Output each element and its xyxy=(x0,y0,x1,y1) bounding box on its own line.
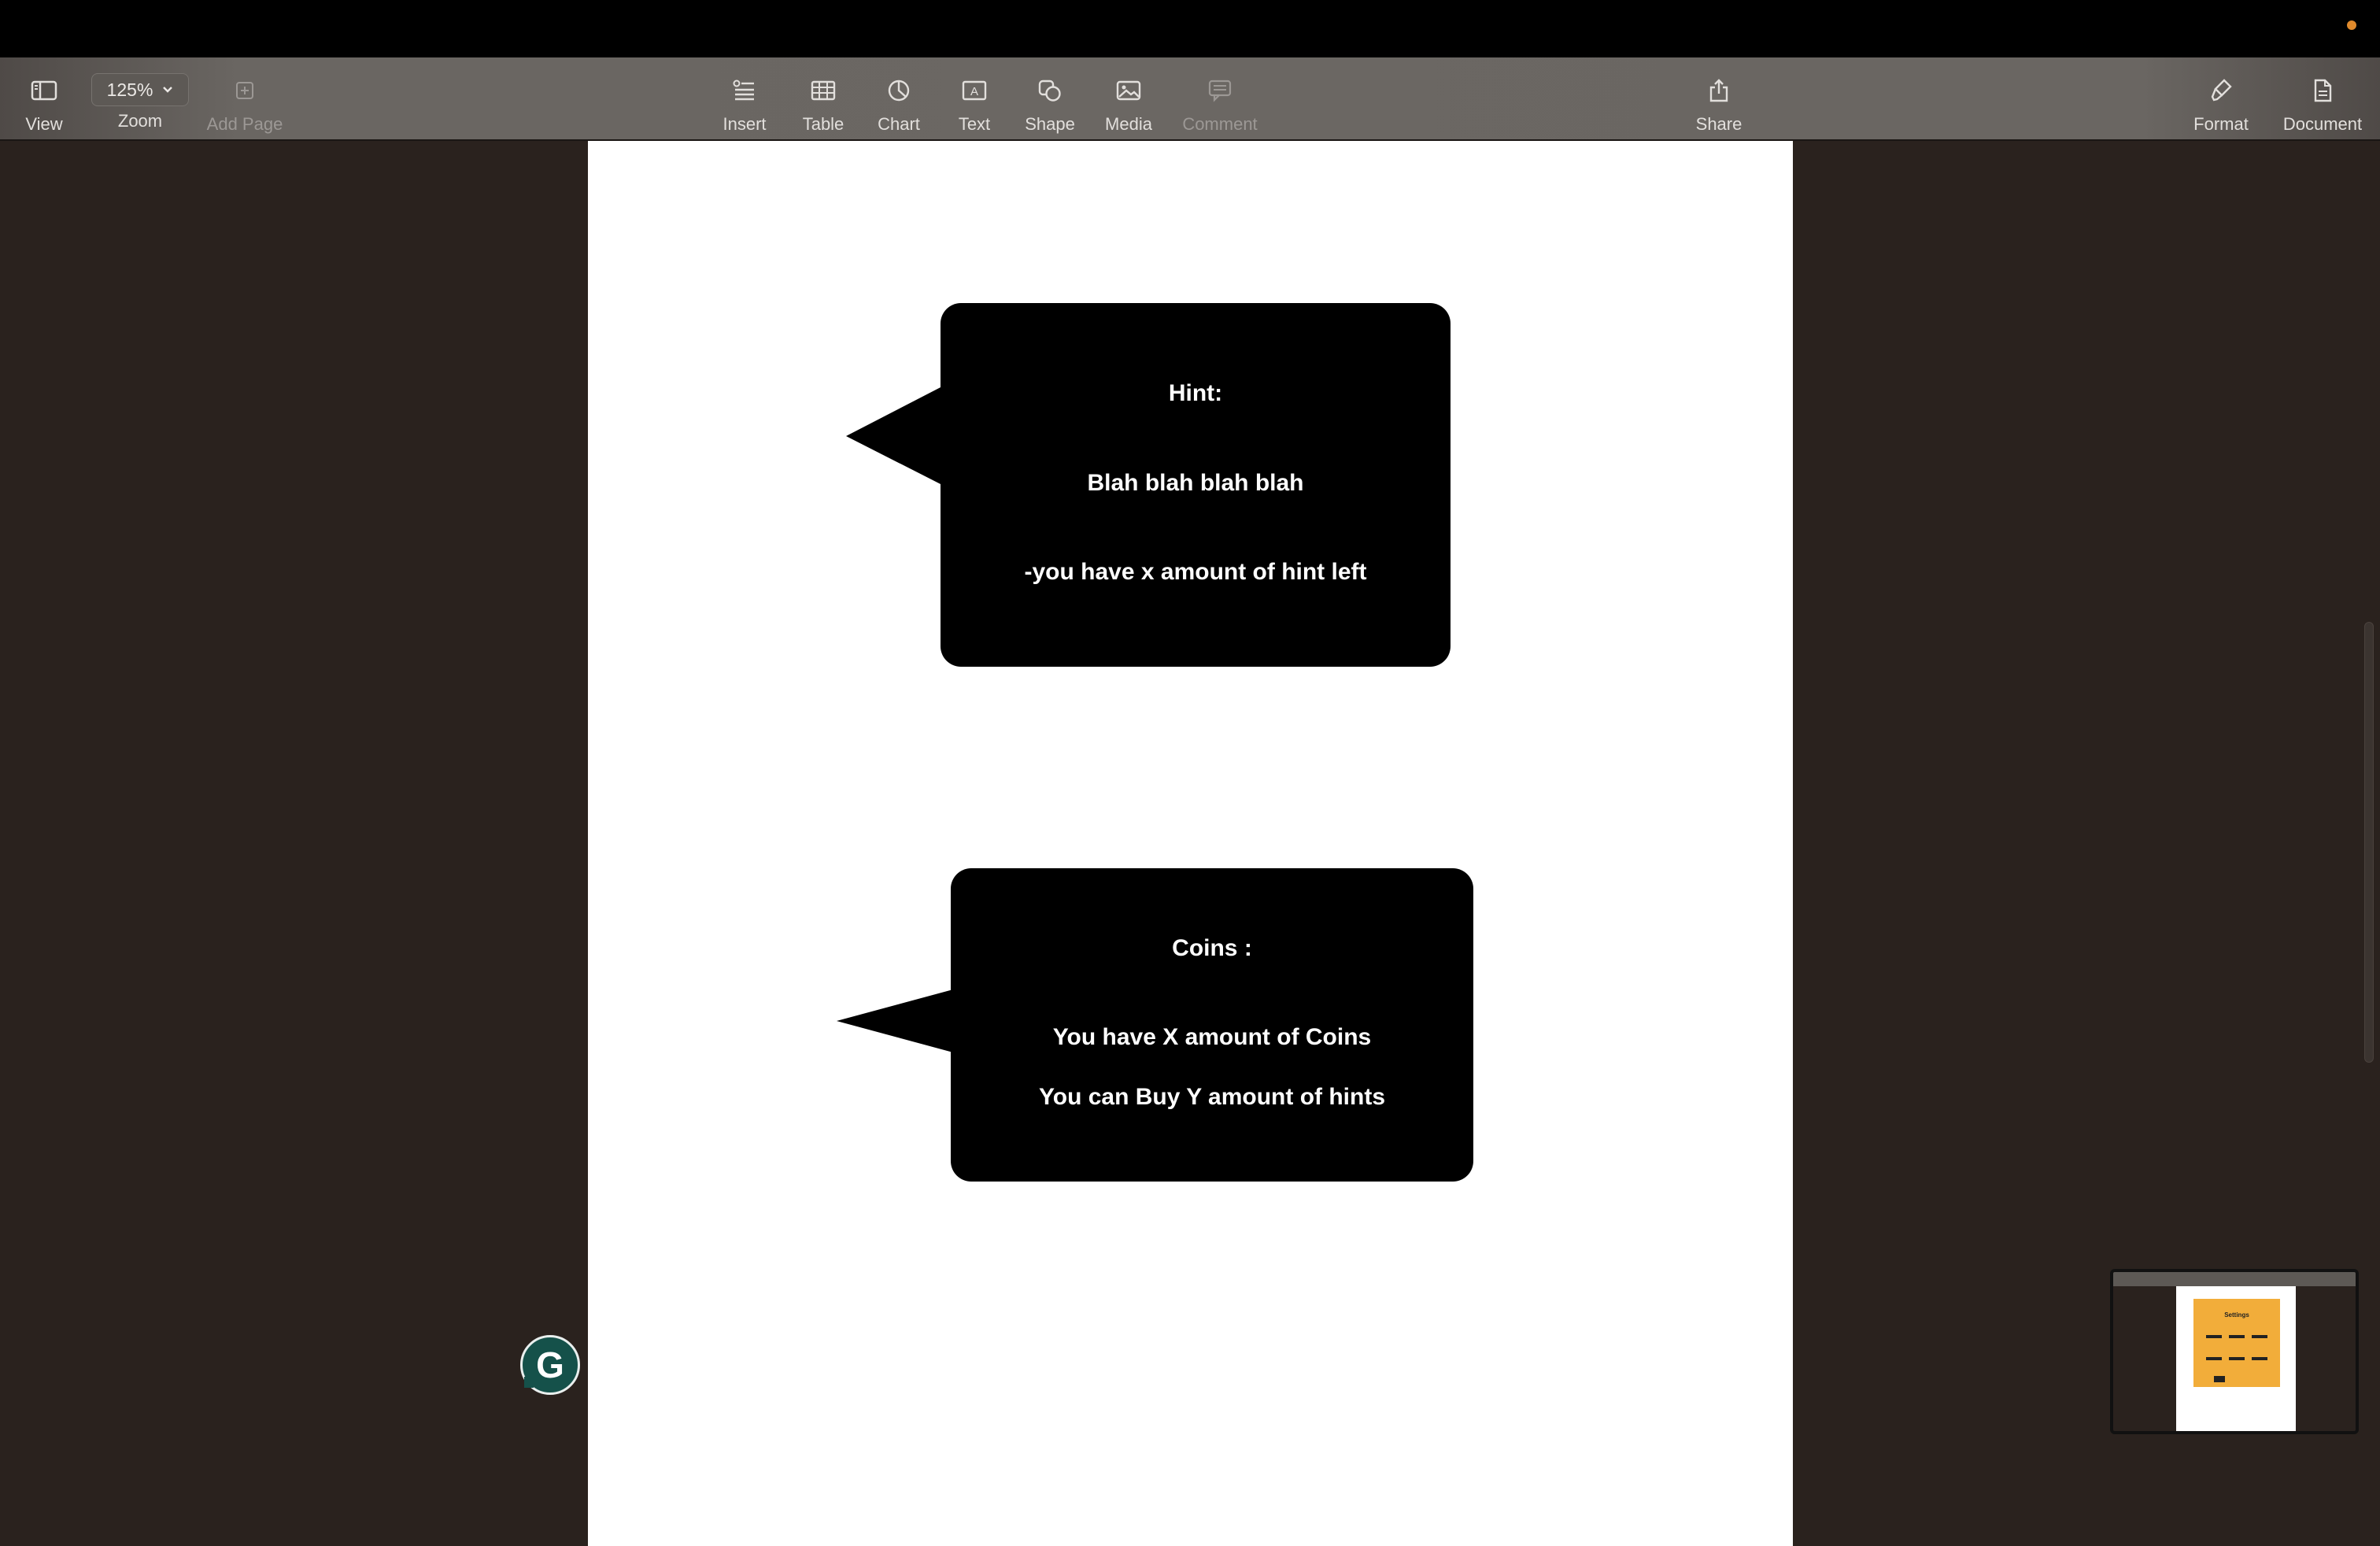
zoom-label: Zoom xyxy=(117,111,163,131)
thumbnail-button xyxy=(2252,1335,2267,1338)
sidebar-icon xyxy=(31,75,57,106)
thumbnail-page: Settings xyxy=(2176,1286,2296,1431)
add-page-icon xyxy=(234,75,256,106)
thumbnail-button xyxy=(2206,1357,2222,1360)
comment-label: Comment xyxy=(1182,114,1258,134)
vertical-scrollbar[interactable] xyxy=(2364,622,2374,1063)
thumbnail-toolbar xyxy=(2113,1272,2356,1286)
document-button[interactable]: Document xyxy=(2276,57,2369,141)
insert-label: Insert xyxy=(722,114,767,134)
zoom-select[interactable]: 125% xyxy=(91,73,189,106)
toolbar: View 125% Zoom Add Page Insert Table Cha… xyxy=(0,57,2380,141)
chart-button[interactable]: Chart xyxy=(867,57,930,141)
thumbnail-button xyxy=(2214,1376,2225,1382)
coins-title: Coins : xyxy=(1172,935,1252,961)
comment-button[interactable]: Comment xyxy=(1173,57,1267,141)
media-button[interactable]: Media xyxy=(1096,57,1162,141)
zoom-value: 125% xyxy=(106,79,153,100)
document-page[interactable]: Hint: Blah blah blah blah -you have x am… xyxy=(588,141,1793,1546)
zoom-control[interactable]: 125% Zoom xyxy=(91,57,189,141)
chart-label: Chart xyxy=(878,114,920,134)
insert-button[interactable]: Insert xyxy=(713,57,776,141)
hint-title: Hint: xyxy=(1168,380,1223,406)
pie-chart-icon xyxy=(887,75,911,106)
text-button[interactable]: A Text xyxy=(943,57,1006,141)
hint-remaining: -you have x amount of hint left xyxy=(1024,559,1367,585)
shape-button[interactable]: Shape xyxy=(1018,57,1081,141)
format-button[interactable]: Format xyxy=(2185,57,2257,141)
coins-bubble-tail xyxy=(837,989,953,1052)
thumbnail-button xyxy=(2252,1357,2267,1360)
format-label: Format xyxy=(2193,114,2249,134)
screenshot-thumbnail[interactable]: Settings xyxy=(2110,1269,2359,1434)
paintbrush-icon xyxy=(2209,75,2233,106)
svg-text:A: A xyxy=(970,85,978,98)
comment-icon xyxy=(1207,75,1232,106)
table-icon xyxy=(811,75,836,106)
shape-icon xyxy=(1037,75,1062,106)
thumbnail-button xyxy=(2229,1357,2245,1360)
view-label: View xyxy=(25,114,63,134)
text-box-icon: A xyxy=(962,75,987,106)
recording-indicator-dot xyxy=(2347,20,2356,30)
photo-icon xyxy=(1116,75,1141,106)
share-label: Share xyxy=(1695,114,1743,134)
document-icon xyxy=(2312,75,2333,106)
shape-label: Shape xyxy=(1025,114,1075,134)
coins-hints-purchasable: You can Buy Y amount of hints xyxy=(1038,1084,1386,1110)
hint-speech-bubble[interactable]: Hint: Blah blah blah blah -you have x am… xyxy=(941,303,1451,667)
share-button[interactable]: Share xyxy=(1687,57,1750,141)
grip-handle-icon xyxy=(524,1377,534,1388)
media-label: Media xyxy=(1105,114,1152,134)
share-icon xyxy=(1708,75,1730,106)
thumbnail-title: Settings xyxy=(2224,1311,2249,1319)
text-label: Text xyxy=(958,114,991,134)
chevron-down-icon xyxy=(162,86,173,94)
thumbnail-settings-card: Settings xyxy=(2193,1299,2280,1387)
coins-speech-bubble[interactable]: Coins : You have X amount of Coins You c… xyxy=(951,868,1473,1182)
table-label: Table xyxy=(802,114,844,134)
insert-list-icon xyxy=(732,75,757,106)
add-page-label: Add Page xyxy=(206,114,283,134)
thumbnail-button xyxy=(2229,1335,2245,1338)
coins-balance: You have X amount of Coins xyxy=(1052,1024,1372,1050)
thumbnail-button xyxy=(2206,1335,2222,1338)
hint-bubble-tail xyxy=(846,386,942,485)
table-button[interactable]: Table xyxy=(792,57,855,141)
add-page-button[interactable]: Add Page xyxy=(198,57,291,141)
grammarly-g-glyph: G xyxy=(536,1344,564,1385)
top-bar xyxy=(0,0,2380,57)
view-button[interactable]: View xyxy=(11,57,77,141)
document-label: Document xyxy=(2282,114,2363,134)
hint-body: Blah blah blah blah xyxy=(1087,470,1304,496)
grammarly-icon[interactable]: G xyxy=(520,1335,580,1395)
